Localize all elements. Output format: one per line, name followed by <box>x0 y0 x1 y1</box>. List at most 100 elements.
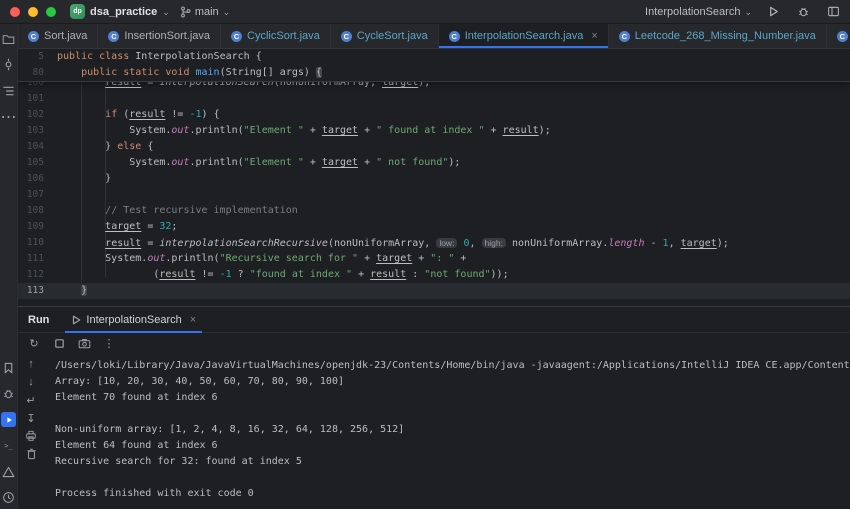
run-tool-window: Run InterpolationSearch × ↻ ⋮ ↑ ↓ ↵ ↧ /U… <box>18 306 850 509</box>
line-number: 106 <box>26 173 44 184</box>
line-number: 107 <box>26 189 44 200</box>
structure-tool-button[interactable] <box>1 83 16 98</box>
console-output[interactable]: /Users/loki/Library/Java/JavaVirtualMach… <box>44 353 850 509</box>
project-icon: dp <box>70 4 85 19</box>
tab-interpolationsearch[interactable]: C InterpolationSearch.java × <box>438 24 609 48</box>
bookmarks-tool-button[interactable] <box>1 360 16 375</box>
debug-tool-button[interactable] <box>1 386 16 401</box>
line-number: 112 <box>26 269 44 280</box>
tool-window-stripe: ⋯ >_ <box>0 24 18 509</box>
stop-icon[interactable] <box>52 336 66 350</box>
console-line: /Users/loki/Library/Java/JavaVirtualMach… <box>55 360 850 371</box>
code-line: 111 System.out.println("Recursive search… <box>18 251 850 267</box>
line-number: 108 <box>26 205 44 216</box>
editor-tab-bar: C Sort.java C InsertionSort.java C Cycli… <box>18 24 850 49</box>
project-tool-button[interactable] <box>1 31 16 46</box>
run-config-selector[interactable]: InterpolationSearch ⌄ <box>645 6 752 18</box>
tab-leetcode-268[interactable]: C Leetcode_268_Missing_Number.java <box>609 24 827 48</box>
titlebar: dp dsa_practice ⌄ main ⌄ InterpolationSe… <box>0 0 850 24</box>
code-line: 103 System.out.println("Element " + targ… <box>18 123 850 139</box>
java-class-icon: C <box>28 30 39 42</box>
clear-all-icon[interactable] <box>24 447 38 461</box>
line-number: 113 <box>26 285 44 296</box>
chevron-down-icon: ⌄ <box>162 7 170 17</box>
up-stack-trace-icon[interactable]: ↑ <box>24 357 38 371</box>
line-number: 80 <box>32 67 44 78</box>
close-run-tab-icon[interactable]: × <box>190 314 196 326</box>
sticky-lines-panel: 5 public class InterpolationSearch {80 pu… <box>18 49 850 82</box>
git-branch-icon <box>180 6 191 18</box>
run-config-name: InterpolationSearch <box>645 5 741 18</box>
run-panel-title: Run <box>28 313 50 326</box>
print-icon[interactable] <box>24 429 38 443</box>
line-number: 103 <box>26 125 44 136</box>
code-line: 108 // Test recursive implementation <box>18 203 850 219</box>
line-number: 105 <box>26 157 44 168</box>
tab-selection[interactable]: C Selection <box>827 24 850 48</box>
console-line: Element 70 found at index 6 <box>55 392 218 403</box>
close-tab-icon[interactable]: × <box>591 30 597 42</box>
console-side-toolbar: ↑ ↓ ↵ ↧ <box>18 353 44 509</box>
code-area: 100 result = interpolationSearch(nonUnif… <box>18 82 850 305</box>
terminal-icon: >_ <box>4 441 13 450</box>
line-number: 110 <box>26 237 44 248</box>
tab-sort[interactable]: C Sort.java <box>18 24 99 48</box>
branch-widget[interactable]: main ⌄ <box>180 6 230 18</box>
down-stack-trace-icon[interactable]: ↓ <box>24 375 38 389</box>
code-line: 80 public static void main(String[] args… <box>18 65 850 81</box>
more-tools-button[interactable]: ⋯ <box>1 109 17 126</box>
window-controls <box>8 6 56 17</box>
zoom-window-button[interactable] <box>46 6 56 17</box>
java-class-icon: C <box>448 30 460 42</box>
console-line: Array: [10, 20, 30, 40, 50, 60, 70, 80, … <box>55 376 344 387</box>
code-editor[interactable]: 5 public class InterpolationSearch {80 pu… <box>18 49 850 306</box>
tab-cyclesort[interactable]: C CycleSort.java <box>331 24 439 48</box>
debug-button[interactable] <box>794 3 812 21</box>
chevron-down-icon: ⌄ <box>222 7 231 17</box>
console-line: Process finished with exit code 0 <box>55 488 254 499</box>
project-name: dsa_practice <box>90 5 158 18</box>
code-line: 106 } <box>18 171 850 187</box>
code-line: 5 public class InterpolationSearch { <box>18 49 850 65</box>
branch-name: main <box>194 5 219 18</box>
run-button[interactable] <box>764 3 782 21</box>
project-widget[interactable]: dp dsa_practice ⌄ <box>70 4 170 19</box>
console-line: Recursive search for 32: found at index … <box>55 456 302 467</box>
run-body: ↑ ↓ ↵ ↧ /Users/loki/Library/Java/JavaVir… <box>18 353 850 509</box>
chevron-down-icon: ⌄ <box>744 7 752 17</box>
scroll-to-end-icon[interactable]: ↧ <box>24 411 38 425</box>
java-class-icon: C <box>108 30 120 42</box>
code-line: 112 (result != -1 ? "found at index " + … <box>18 267 850 283</box>
java-class-icon: C <box>618 30 630 42</box>
console-line: Element 64 found at index 6 <box>55 440 218 451</box>
line-number: 100 <box>26 82 44 88</box>
soft-wrap-icon[interactable]: ↵ <box>24 393 38 407</box>
minimize-window-button[interactable] <box>28 6 38 17</box>
code-line: 100 result = interpolationSearch(nonUnif… <box>18 82 850 91</box>
run-header: Run InterpolationSearch × <box>18 307 850 333</box>
java-class-icon: C <box>340 30 352 42</box>
tab-cyclicsort[interactable]: C CyclicSort.java <box>221 24 331 48</box>
commit-tool-button[interactable] <box>1 57 16 72</box>
run-tool-button[interactable] <box>1 412 16 427</box>
terminal-tool-button[interactable]: >_ <box>1 438 16 453</box>
layout-button[interactable] <box>824 3 842 21</box>
rerun-icon[interactable]: ↻ <box>27 336 41 350</box>
run-toolbar: ↻ ⋮ <box>18 333 850 353</box>
code-line: 113 } <box>18 283 850 299</box>
java-class-icon: C <box>231 30 243 42</box>
tab-insertionsort[interactable]: C InsertionSort.java <box>98 24 222 48</box>
close-window-button[interactable] <box>10 6 20 17</box>
run-tool-active-indicator <box>1 412 16 427</box>
code-line: 104 } else { <box>18 139 850 155</box>
problems-tool-button[interactable] <box>1 464 16 479</box>
more-options-icon[interactable]: ⋮ <box>102 336 116 350</box>
run-console-tab[interactable]: InterpolationSearch × <box>65 307 203 333</box>
thread-dump-icon[interactable] <box>77 336 91 350</box>
code-line: 109 target = 32; <box>18 219 850 235</box>
line-number: 111 <box>26 253 44 264</box>
line-number: 101 <box>26 93 44 104</box>
recent-tool-button[interactable] <box>1 490 16 505</box>
line-number: 104 <box>26 141 44 152</box>
